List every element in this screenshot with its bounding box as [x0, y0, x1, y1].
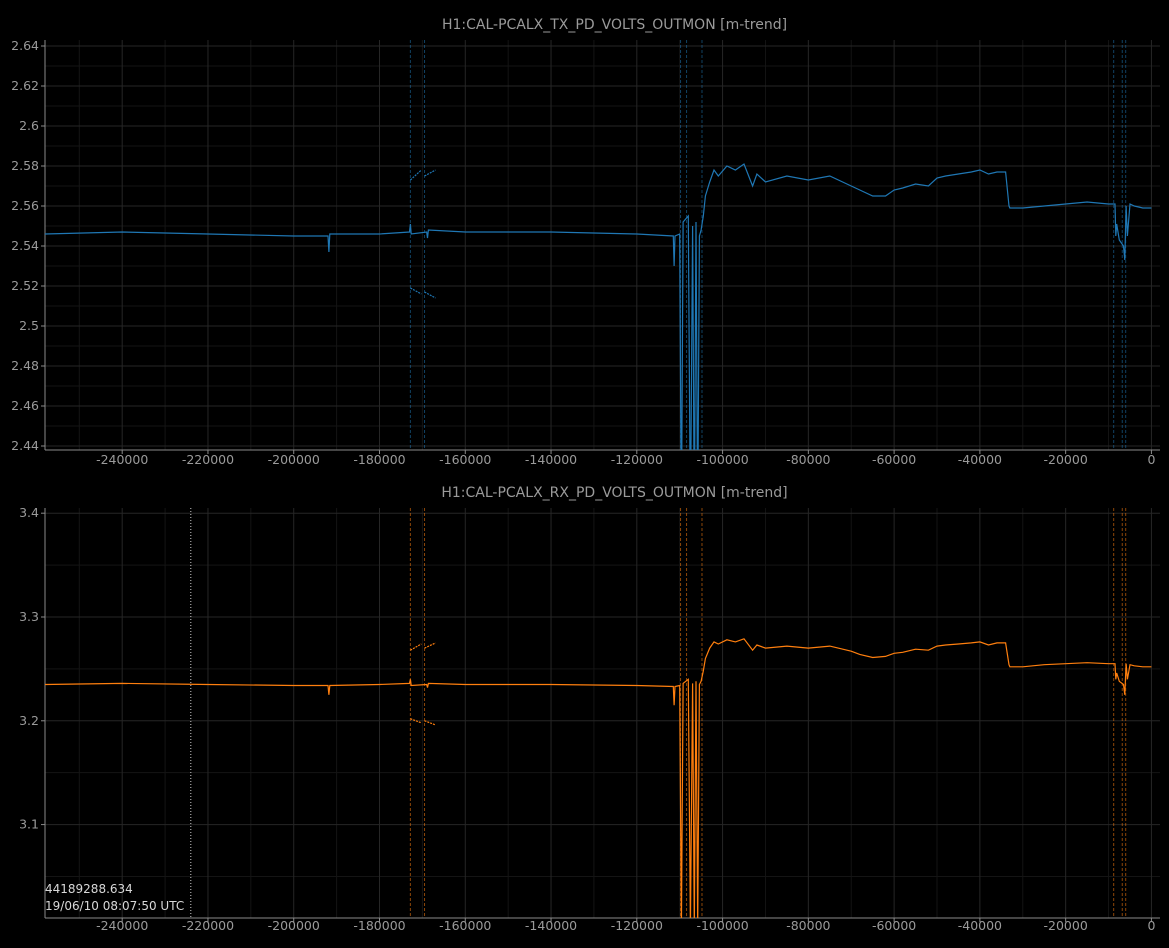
series-line: [45, 163, 1152, 450]
x-tick-label: -140000: [525, 452, 577, 467]
y-tick-label: 2.5: [19, 318, 39, 333]
cursor-timestamp: 19/06/10 08:07:50 UTC: [45, 899, 185, 913]
x-tick-label: 0: [1147, 918, 1155, 933]
x-tick-label: -160000: [439, 918, 491, 933]
x-tick-label: -100000: [696, 452, 748, 467]
x-tick-label: 0: [1147, 452, 1155, 467]
series-fragment: [410, 287, 422, 295]
x-tick-label: -80000: [786, 452, 830, 467]
series-fragment: [410, 643, 422, 651]
y-tick-label: 2.52: [11, 278, 39, 293]
x-tick-label: -60000: [872, 918, 916, 933]
y-tick-label: 2.6: [19, 118, 39, 133]
y-tick-label: 2.48: [11, 358, 39, 373]
cursor-value: 44189288.634: [45, 882, 133, 896]
y-tick-label: 2.54: [11, 238, 39, 253]
x-tick-label: -240000: [96, 918, 148, 933]
y-tick-label: 2.44: [11, 438, 39, 453]
x-tick-label: -120000: [611, 918, 663, 933]
series-fragment: [424, 291, 436, 299]
x-tick-label: -40000: [958, 452, 1002, 467]
x-tick-label: -20000: [1044, 452, 1088, 467]
y-tick-label: 2.58: [11, 158, 39, 173]
x-tick-label: -180000: [353, 918, 405, 933]
y-tick-label: 3.2: [19, 713, 39, 728]
x-tick-label: -180000: [353, 452, 405, 467]
plot-title: H1:CAL-PCALX_RX_PD_VOLTS_OUTMON [m-trend…: [441, 485, 787, 501]
y-tick-label: 2.64: [11, 38, 39, 53]
y-tick-label: 3.3: [19, 609, 39, 624]
plot-title: H1:CAL-PCALX_TX_PD_VOLTS_OUTMON [m-trend…: [442, 17, 787, 33]
x-tick-label: -220000: [182, 452, 234, 467]
x-tick-label: -240000: [96, 452, 148, 467]
series-fragment: [424, 642, 436, 649]
y-tick-label: 2.46: [11, 398, 39, 413]
x-tick-label: -120000: [611, 452, 663, 467]
x-tick-label: -20000: [1044, 918, 1088, 933]
x-tick-label: -60000: [872, 452, 916, 467]
trend-plots: -240000 -220000 -200000 -180000 -160000 -1400…: [11, 17, 1160, 933]
x-tick-label: -220000: [182, 918, 234, 933]
y-tick-label: 2.62: [11, 78, 39, 93]
cursor-readout: 44189288.634 19/06/10 08:07:50 UTC: [45, 881, 184, 915]
x-tick-label: -100000: [696, 918, 748, 933]
x-tick-label: -40000: [958, 918, 1002, 933]
y-tick-label: 2.56: [11, 198, 39, 213]
x-tick-label: -200000: [268, 452, 320, 467]
x-tick-label: -140000: [525, 918, 577, 933]
x-tick-label: -200000: [268, 918, 320, 933]
y-tick-label: 3.1: [19, 817, 39, 832]
y-tick-label: 3.4: [19, 505, 39, 520]
series-fragment: [424, 720, 436, 726]
series-fragment: [409, 169, 422, 181]
x-tick-label: -160000: [439, 452, 491, 467]
x-tick-label: -80000: [786, 918, 830, 933]
series-line: [45, 638, 1152, 918]
series-fragment: [424, 169, 436, 177]
